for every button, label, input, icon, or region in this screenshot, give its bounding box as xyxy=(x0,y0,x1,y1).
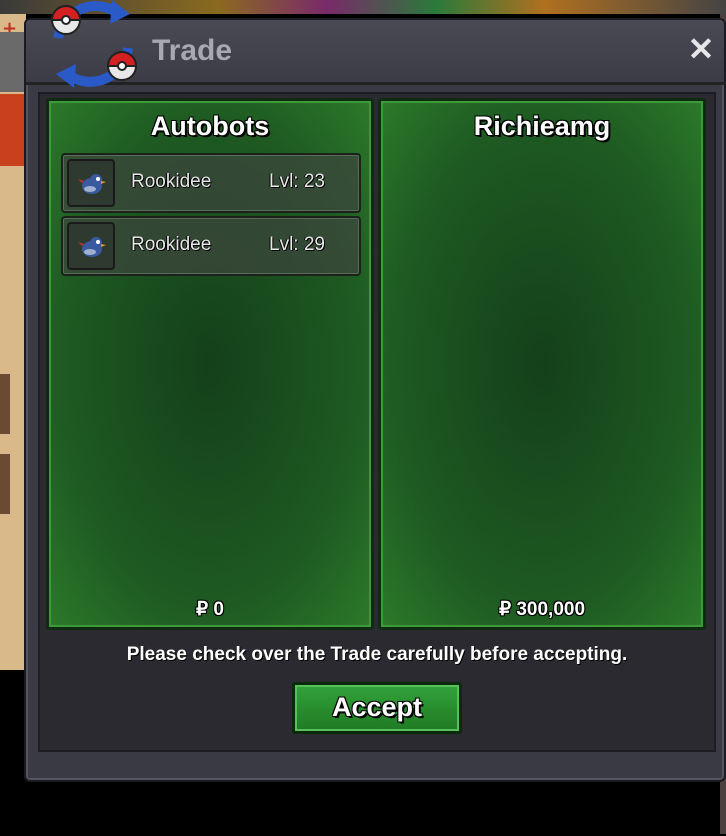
left-trade-panel: Autobots Rookidee Lvl: 23 Rookidee Lvl: … xyxy=(46,98,374,630)
close-icon[interactable]: ✕ xyxy=(684,32,718,66)
trade-content: Autobots Rookidee Lvl: 23 Rookidee Lvl: … xyxy=(38,92,716,752)
trade-notice: Please check over the Trade carefully be… xyxy=(126,644,628,665)
trade-pokeballs-icon xyxy=(50,0,138,88)
trade-item[interactable]: Rookidee Lvl: 23 xyxy=(61,153,361,213)
pokemon-name: Rookidee xyxy=(131,171,212,192)
accept-button[interactable]: Accept xyxy=(292,682,462,734)
trade-window: Trade ✕ Autobots Rookidee Lvl: 23 Rookid… xyxy=(24,0,726,782)
window-title: Trade xyxy=(152,34,233,67)
left-money-offer: ₽ 0 xyxy=(196,599,224,620)
background-block xyxy=(0,454,10,514)
right-trader-name: Richieamg xyxy=(473,111,611,141)
pokemon-level: Lvl: 23 xyxy=(269,171,325,192)
left-trader-name: Autobots xyxy=(150,111,270,141)
background-block xyxy=(0,374,10,434)
right-money-offer: ₽ 300,000 xyxy=(498,599,586,620)
pokemon-level: Lvl: 29 xyxy=(269,234,325,255)
background-block xyxy=(0,32,26,92)
background-block xyxy=(0,94,26,166)
rookidee-sprite-icon xyxy=(67,222,115,270)
trade-item[interactable]: Rookidee Lvl: 29 xyxy=(61,216,361,276)
pokemon-name: Rookidee xyxy=(131,234,212,255)
right-trade-panel: Richieamg ₽ 300,000 xyxy=(378,98,706,630)
background-game-scene: + xyxy=(0,14,26,670)
rookidee-sprite-icon xyxy=(67,159,115,207)
